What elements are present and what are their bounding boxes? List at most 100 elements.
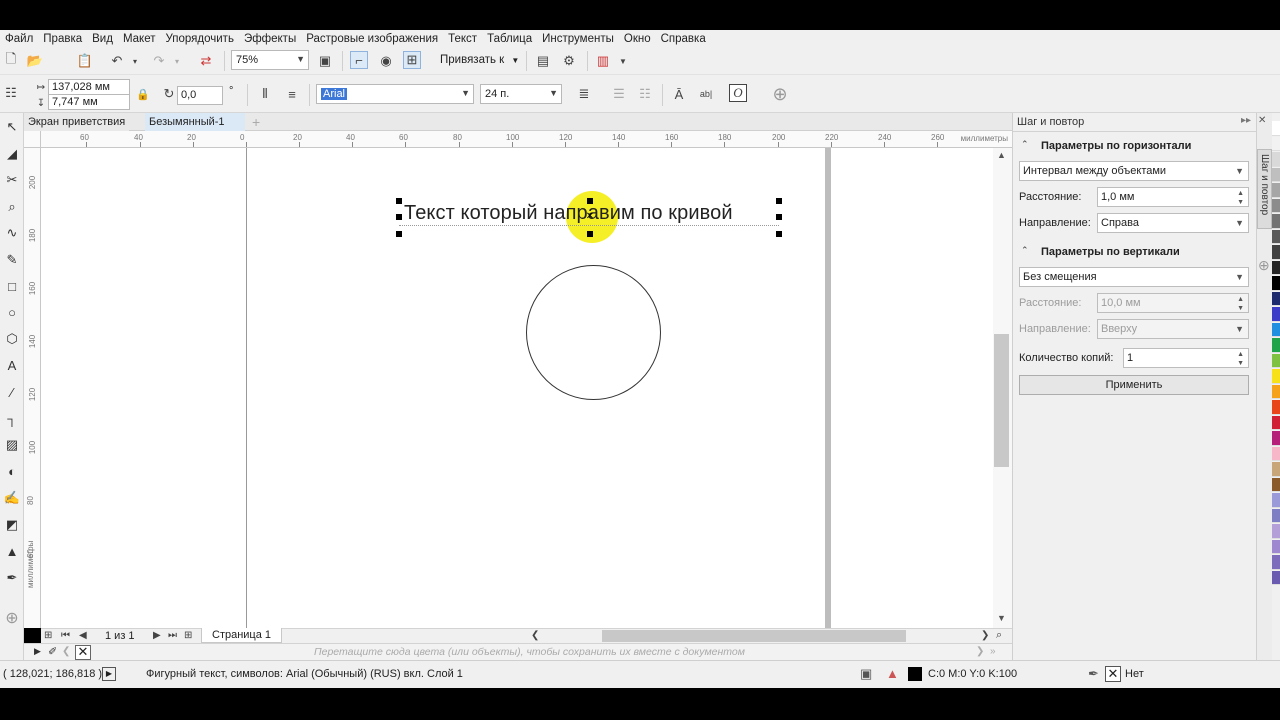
outline-pen-icon[interactable]: ✒ [3, 569, 21, 587]
palette-swatch[interactable] [1272, 136, 1280, 151]
application-launcher-icon[interactable]: ⚙ [560, 52, 578, 70]
menu-item[interactable]: Таблица [482, 33, 537, 45]
opentype-icon[interactable]: O [729, 84, 747, 102]
transparency-tool-icon[interactable]: ◐ [3, 463, 21, 481]
publish-pdf-icon[interactable]: ▥ [594, 52, 612, 70]
scroll-left-icon[interactable]: ❮ [531, 630, 539, 641]
no-outline-icon[interactable]: ✕ [1105, 666, 1121, 682]
vertical-mode-select[interactable]: Без смещения ▼ [1019, 267, 1249, 287]
lock-ratio-icon[interactable]: 🔒 [134, 85, 152, 103]
menu-item[interactable]: Файл [0, 33, 38, 45]
horizontal-ruler[interactable]: миллиметры 60 40 20 0 20 40 60 80 100 120 140 160 18… [41, 131, 1012, 148]
page-tab[interactable]: Страница 1 [201, 628, 283, 643]
palette-swatch[interactable] [1272, 276, 1280, 291]
next-page-icon[interactable]: ▶ [153, 630, 161, 641]
palette-swatch[interactable] [1272, 167, 1280, 182]
document-palette[interactable]: ▶ ✐ ❮ ✕ Перетащите сюда цвета (или объек… [24, 643, 1012, 660]
dimension-tool-icon[interactable]: ∕ [3, 383, 21, 401]
crop-tool-icon[interactable]: ✂ [3, 171, 21, 189]
smart-fill-icon[interactable]: ▲ [3, 542, 21, 560]
interactive-fill-icon[interactable]: ◩ [3, 516, 21, 534]
scroll-right-icon[interactable]: ❯ [981, 630, 989, 641]
h-distance-spinner[interactable]: 1,0 мм ▲ ▼ [1097, 187, 1249, 207]
bullet-list-icon[interactable]: ☰ [610, 85, 628, 103]
fill-color-swatch[interactable] [908, 667, 922, 681]
palette-swatch[interactable] [1272, 446, 1280, 461]
h-direction-select[interactable]: Справа ▼ [1097, 213, 1249, 233]
width-field[interactable]: 137,028 мм [48, 79, 130, 95]
chevron-down-icon[interactable]: ▼ [614, 52, 632, 70]
selection-handle[interactable] [396, 198, 402, 204]
palette-swatch[interactable] [1272, 431, 1280, 446]
palette-swatch[interactable] [1272, 462, 1280, 477]
vertical-ruler[interactable]: миллиметры 200 180 160 140 120 100 80 60 [24, 148, 41, 628]
freehand-tool-icon[interactable]: ∿ [3, 224, 21, 242]
paste-icon[interactable]: 📋 [76, 52, 94, 70]
pick-tool-icon[interactable]: ↖ [3, 118, 21, 136]
spinner-arrows-icon[interactable]: ▲ ▼ [1237, 350, 1244, 368]
palette-swatch[interactable] [1272, 493, 1280, 508]
height-field[interactable]: 7,747 мм [48, 94, 130, 110]
palette-swatch[interactable] [1272, 152, 1280, 167]
palette-swatch[interactable] [1272, 369, 1280, 384]
palette-swatch[interactable] [1272, 384, 1280, 399]
show-guides-icon[interactable]: ⊞ [403, 51, 421, 69]
zoom-navigator-icon[interactable]: ⌕ [996, 629, 1002, 642]
vertical-scrollbar[interactable]: ▲ ▼ [993, 148, 1012, 628]
drawing-canvas[interactable]: Текст который направим по кривой ✕ [41, 148, 993, 628]
palette-scroll-right-icon[interactable]: ❯ [976, 646, 984, 657]
close-icon[interactable]: ✕ [1258, 115, 1266, 126]
menu-item[interactable]: Правка [38, 33, 87, 45]
vertical-scroll-thumb[interactable] [994, 334, 1009, 467]
selection-handle[interactable] [396, 214, 402, 220]
tab-document[interactable]: Безымянный-1 [145, 113, 245, 131]
undo-dropdown-icon[interactable]: ▾ [126, 52, 144, 70]
copies-spinner[interactable]: 1 ▲ ▼ [1123, 348, 1249, 368]
palette-swatch[interactable] [1272, 555, 1280, 570]
scroll-up-icon[interactable]: ▲ [997, 150, 1006, 160]
options-icon[interactable]: ▤ [534, 52, 552, 70]
artistic-media-icon[interactable]: ✎ [3, 251, 21, 269]
horizontal-scroll-thumb[interactable] [602, 630, 906, 642]
menu-item[interactable]: Справка [656, 33, 711, 45]
no-color-icon[interactable]: ✕ [75, 645, 91, 660]
palette-swatch[interactable] [1272, 260, 1280, 275]
palette-swatch[interactable] [1272, 229, 1280, 244]
font-family-select[interactable]: Arial ▼ [316, 84, 474, 104]
connector-tool-icon[interactable]: ┐ [3, 410, 21, 428]
collapse-icon[interactable]: ⌃ [1021, 139, 1029, 150]
eyedropper-tool-icon[interactable]: ✍ [3, 489, 21, 507]
redo-icon[interactable]: ↷ [150, 52, 168, 70]
add-docker-icon[interactable]: ⊕ [1258, 257, 1270, 274]
circle-object[interactable] [526, 265, 661, 400]
import-icon[interactable]: ⇄ [197, 52, 215, 70]
palette-swatch[interactable] [1272, 508, 1280, 523]
redo-dropdown-icon[interactable]: ▾ [168, 52, 186, 70]
view-mode-icon[interactable]: ◉ [377, 52, 395, 70]
selection-handle[interactable] [776, 231, 782, 237]
ruler-origin[interactable] [24, 131, 41, 148]
rectangle-tool-icon[interactable]: □ [3, 277, 21, 295]
palette-swatch[interactable] [1272, 570, 1280, 585]
color-proofing-icon[interactable]: ▣ [860, 666, 872, 682]
menu-item[interactable]: Растровые изображения [301, 33, 443, 45]
last-page-icon[interactable]: ⏭ [168, 630, 177, 641]
selection-handle[interactable] [776, 214, 782, 220]
add-page-after-icon[interactable]: ⊞ [184, 630, 192, 641]
palette-swatch[interactable] [1272, 477, 1280, 492]
palette-swatch[interactable] [1272, 322, 1280, 337]
text-properties-icon[interactable]: Ā [670, 85, 688, 103]
docker-expand-icon[interactable]: ▸▸ [1241, 115, 1251, 126]
add-page-before-icon[interactable]: ⊞ [44, 630, 52, 641]
zoom-tool-icon[interactable]: ⌕ [3, 198, 21, 216]
zoom-select[interactable]: 75% ▼ [231, 50, 309, 70]
apply-button[interactable]: Применить [1019, 375, 1249, 395]
tab-welcome-screen[interactable]: Экран приветствия [24, 113, 130, 131]
palette-menu-icon[interactable]: ▶ [34, 646, 41, 657]
palette-swatch[interactable] [1272, 400, 1280, 415]
mirror-vertical-icon[interactable]: ≡ [283, 85, 301, 103]
menu-item[interactable]: Окно [619, 33, 656, 45]
palette-scroll-left-icon[interactable]: ❮ [62, 646, 70, 657]
show-rulers-icon[interactable]: ⌐ [350, 51, 368, 69]
ellipse-tool-icon[interactable]: ○ [3, 304, 21, 322]
